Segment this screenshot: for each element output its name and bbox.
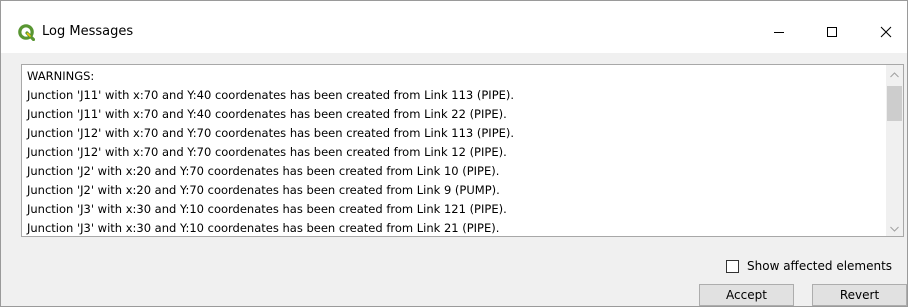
chevron-up-icon <box>890 67 899 81</box>
scroll-up-button[interactable] <box>886 65 903 82</box>
log-line: Junction 'J12' with x:70 and Y:70 coorde… <box>27 145 507 159</box>
maximize-icon <box>826 26 838 41</box>
minimize-button[interactable] <box>756 13 802 53</box>
show-affected-checkbox[interactable] <box>726 259 739 273</box>
log-messages-dialog: Log Messages WARNINGS: Junction 'J11' wi… <box>0 0 908 307</box>
scroll-thumb[interactable] <box>887 86 902 121</box>
title-bar[interactable]: Log Messages <box>1 1 907 53</box>
log-line: Junction 'J3' with x:30 and Y:10 coorden… <box>27 221 500 235</box>
show-affected-label: Show affected elements <box>747 259 893 273</box>
log-line: Junction 'J3' with x:30 and Y:10 coorden… <box>27 202 507 216</box>
log-line: Junction 'J11' with x:70 and Y:40 coorde… <box>27 88 515 102</box>
log-text-area[interactable]: WARNINGS: Junction 'J11' with x:70 and Y… <box>21 64 904 237</box>
log-lines: WARNINGS: Junction 'J11' with x:70 and Y… <box>27 67 877 236</box>
qgis-logo-icon <box>18 24 36 42</box>
accept-button[interactable]: Accept <box>699 284 794 306</box>
log-line: WARNINGS: <box>27 69 95 83</box>
minimize-icon <box>773 26 785 41</box>
window-title: Log Messages <box>42 24 134 39</box>
log-line: Junction 'J2' with x:20 and Y:70 coorden… <box>27 164 500 178</box>
chevron-down-icon <box>890 221 899 235</box>
revert-button[interactable]: Revert <box>812 284 907 306</box>
maximize-button[interactable] <box>809 13 855 53</box>
vertical-scrollbar[interactable] <box>886 65 903 236</box>
close-icon <box>880 26 892 41</box>
show-affected-option[interactable]: Show affected elements <box>726 257 892 275</box>
scroll-down-button[interactable] <box>886 219 903 236</box>
log-line: Junction 'J2' with x:20 and Y:70 coorden… <box>27 183 500 197</box>
log-line: Junction 'J11' with x:70 and Y:40 coorde… <box>27 107 507 121</box>
log-line: Junction 'J12' with x:70 and Y:70 coorde… <box>27 126 515 140</box>
close-button[interactable] <box>863 13 908 53</box>
